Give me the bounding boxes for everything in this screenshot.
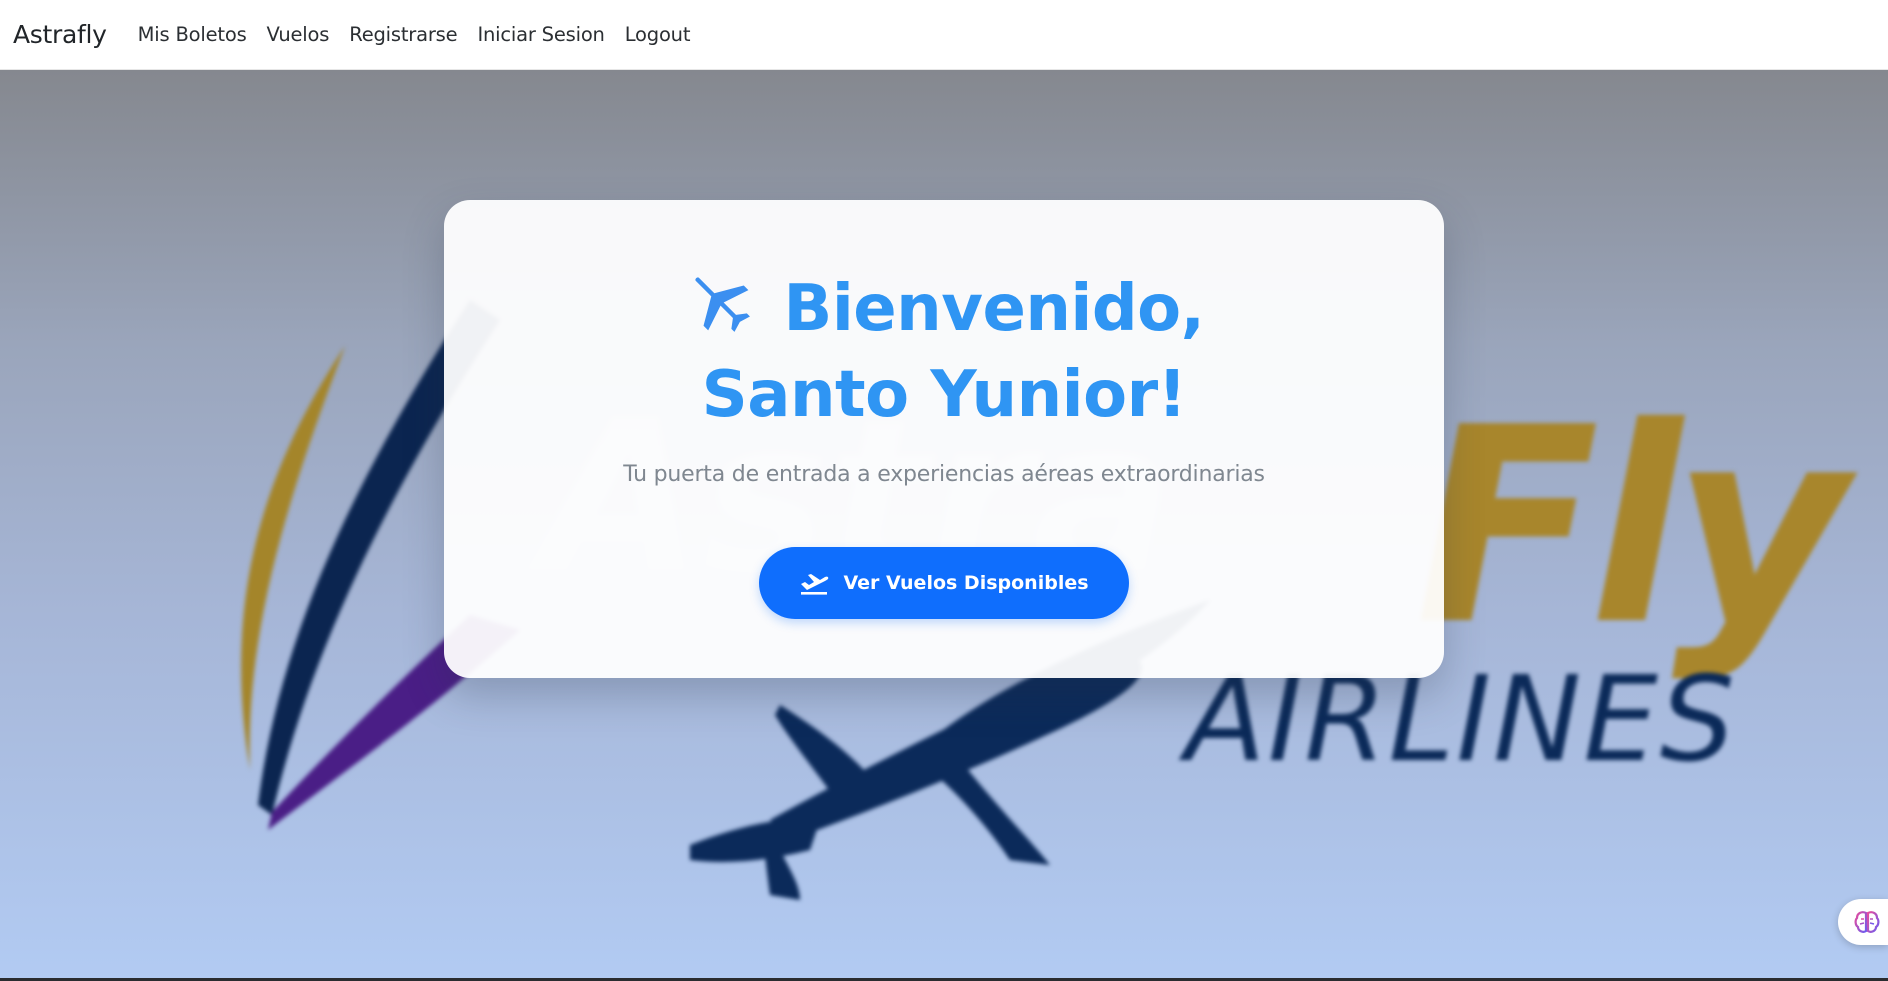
- brand-link[interactable]: Astrafly: [13, 20, 107, 49]
- brain-icon: [1854, 911, 1880, 933]
- nav-link-mis-boletos[interactable]: Mis Boletos: [138, 23, 247, 46]
- nav-link-logout[interactable]: Logout: [625, 23, 691, 46]
- nav-link-iniciar-sesion[interactable]: Iniciar Sesion: [477, 23, 604, 46]
- title-line-greeting: Bienvenido,: [444, 266, 1444, 352]
- nav-link-vuelos[interactable]: Vuelos: [267, 23, 330, 46]
- logo-fly-word: Fly: [1415, 369, 1858, 684]
- nav-link-registrarse[interactable]: Registrarse: [349, 23, 457, 46]
- user-name-text: Santo Yunior!: [701, 358, 1187, 432]
- greeting-text: Bienvenido,: [783, 272, 1205, 346]
- welcome-subtitle: Tu puerta de entrada a experiencias aére…: [623, 462, 1265, 487]
- floating-assistant-button[interactable]: [1838, 899, 1888, 945]
- airplane-icon: [694, 277, 750, 332]
- welcome-card: Bienvenido, Santo Yunior! Tu puerta de e…: [444, 200, 1444, 678]
- view-flights-button[interactable]: Ver Vuelos Disponibles: [759, 547, 1129, 619]
- view-flights-label: Ver Vuelos Disponibles: [843, 572, 1089, 594]
- top-navbar: Astrafly Mis Boletos Vuelos Registrarse …: [0, 0, 1888, 70]
- nav-links: Mis Boletos Vuelos Registrarse Iniciar S…: [138, 23, 711, 46]
- welcome-title: Bienvenido, Santo Yunior!: [444, 266, 1444, 438]
- plane-departure-icon: [801, 574, 829, 595]
- hero-section: Astra Fly AIRLINES Bien: [0, 70, 1888, 981]
